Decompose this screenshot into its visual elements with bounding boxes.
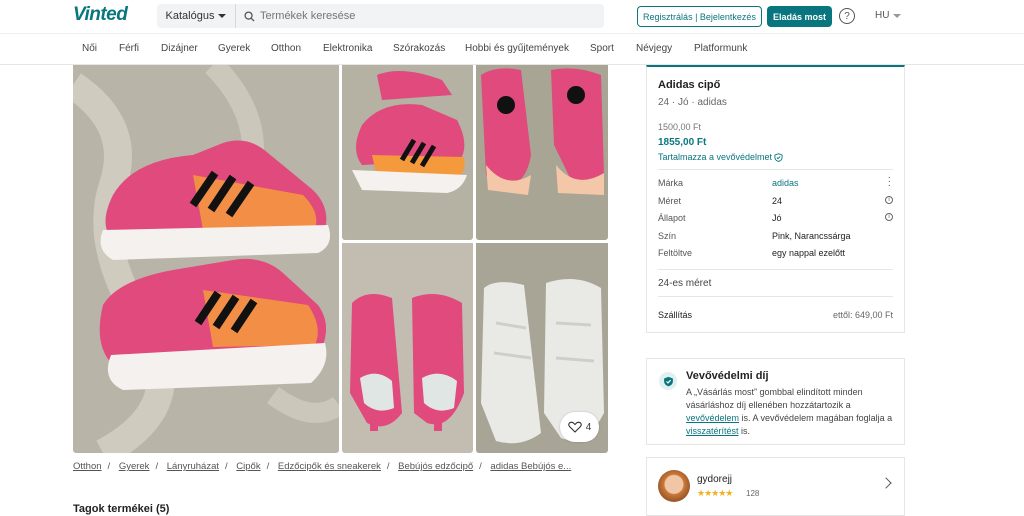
star-rating-icon: ★★★★★ — [697, 488, 733, 498]
nav-item-szorakozas[interactable]: Szórakozás — [393, 43, 445, 54]
detail-value: egy nappal ezelőtt — [772, 248, 846, 258]
more-vertical-icon[interactable]: · · · — [888, 173, 891, 191]
favourite-button[interactable]: 4 — [560, 412, 599, 442]
top-bar: Vinted Katalógus Regisztrálás | Bejelent… — [0, 0, 1024, 34]
breadcrumb-item[interactable]: Gyerek — [119, 461, 150, 472]
brand-link[interactable]: adidas — [772, 178, 799, 188]
photo-gallery — [73, 65, 608, 453]
category-nav: Női Férfi Dizájner Gyerek Otthon Elektro… — [0, 34, 1024, 65]
breadcrumb-item[interactable]: Bebújós edzőcipő — [398, 461, 473, 472]
item-subtitle: 24 · Jó · adidas — [658, 97, 727, 108]
detail-value: Pink, Narancssárga — [772, 230, 851, 241]
question-circle-icon[interactable]: ? — [839, 8, 855, 24]
detail-row-size: Méret 24 i — [658, 192, 893, 210]
shipping-label: Szállítás — [658, 309, 693, 320]
language-selector[interactable]: HU — [875, 10, 902, 21]
buyer-protection-link[interactable]: vevővédelem — [686, 413, 739, 423]
item-details-card: Adidas cipő 24 · Jó · adidas 1500,00 Ft … — [646, 65, 905, 333]
register-login-button[interactable]: Regisztrálás | Bejelentkezés — [637, 6, 762, 27]
detail-row-color: Szín Pink, Narancssárga — [658, 227, 893, 245]
breadcrumb-item[interactable]: Cipők — [236, 461, 260, 472]
nav-item-elektronika[interactable]: Elektronika — [323, 43, 372, 54]
protection-note[interactable]: Tartalmazza a vevővédelmet — [658, 152, 893, 162]
detail-key: Állapot — [658, 213, 686, 223]
chevron-down-icon — [218, 14, 227, 18]
details-list: Márka adidas · · · Méret 24 i Állapot Jó i… — [658, 173, 893, 262]
detail-value: Jó — [772, 213, 782, 223]
photo-thumbnail[interactable] — [342, 65, 473, 240]
buyer-protection-text-3: is. — [738, 426, 751, 436]
seller-card[interactable]: gydorejj ★★★★★ 128 — [646, 457, 905, 516]
search-input[interactable] — [255, 5, 604, 27]
nav-item-platformunk[interactable]: Platformunk — [694, 43, 747, 54]
members-items-heading: Tagok termékei (5) — [73, 503, 170, 515]
buyer-protection-text-1: A „Vásárlás most” gombbal elindított min… — [686, 387, 863, 410]
info-icon[interactable]: i — [885, 195, 893, 204]
photo-thumbnail[interactable] — [342, 243, 473, 453]
detail-row-condition: Állapot Jó i — [658, 209, 893, 227]
breadcrumb: Otthon / Gyerek / Lányruházat / Cipők / Edző… — [73, 461, 572, 472]
protection-label: Tartalmazza a vevővédelmet — [658, 152, 773, 162]
nav-item-dizajner[interactable]: Dizájner — [161, 43, 198, 54]
item-description: 24-es méret — [658, 277, 712, 289]
nav-item-noi[interactable]: Női — [82, 43, 97, 54]
detail-key: Márka — [658, 178, 684, 188]
breadcrumb-item[interactable]: Edzőcipők és sneakerek — [278, 461, 381, 472]
shield-check-icon — [659, 372, 677, 390]
detail-key: Feltöltve — [658, 248, 693, 258]
rating-count: 128 — [746, 489, 760, 498]
nav-item-ferfi[interactable]: Férfi — [119, 43, 139, 54]
sell-now-button[interactable]: Eladás most — [767, 6, 832, 27]
divider — [658, 295, 893, 297]
breadcrumb-item[interactable]: adidas Bebújós e... — [490, 461, 571, 472]
nav-item-hobbi[interactable]: Hobbi és gyűjtemények — [465, 43, 569, 54]
buyer-protection-text-2: is. A vevővédelem magában foglalja a — [739, 413, 893, 423]
chevron-right-icon[interactable] — [880, 477, 892, 489]
catalog-dropdown[interactable]: Katalógus — [157, 4, 236, 28]
heart-outline-icon — [567, 421, 582, 433]
buyer-protection-text: A „Vásárlás most” gombbal elindított min… — [686, 386, 896, 438]
main-photo[interactable] — [73, 65, 339, 453]
photo-thumbnail[interactable] — [476, 65, 608, 240]
detail-key: Méret — [658, 195, 682, 206]
detail-key: Szín — [658, 230, 677, 241]
chevron-down-icon — [893, 13, 902, 18]
breadcrumb-item[interactable]: Lányruházat — [167, 461, 219, 472]
nav-item-otthon[interactable]: Otthon — [271, 43, 301, 54]
detail-row-uploaded: Feltöltve egy nappal ezelőtt — [658, 244, 893, 262]
search-bar: Katalógus — [157, 4, 604, 28]
item-price-with-protection[interactable]: 1855,00 Ft — [658, 137, 893, 148]
item-title: Adidas cipő — [658, 79, 721, 91]
divider — [658, 268, 893, 270]
catalog-label: Katalógus — [165, 10, 215, 22]
breadcrumb-item[interactable]: Otthon — [73, 461, 102, 472]
refund-link[interactable]: visszatérítést — [686, 426, 739, 436]
search-icon — [244, 10, 255, 22]
favourite-count: 4 — [585, 421, 592, 433]
nav-item-sport[interactable]: Sport — [590, 43, 614, 54]
item-price: 1500,00 Ft — [658, 122, 702, 132]
detail-row-brand: Márka adidas · · · — [658, 173, 893, 192]
nav-item-gyerek[interactable]: Gyerek — [218, 43, 250, 54]
seller-name[interactable]: gydorejj — [697, 474, 732, 485]
language-label: HU — [875, 10, 890, 21]
nav-item-nevjegy[interactable]: Névjegy — [636, 43, 672, 54]
info-icon[interactable]: i — [885, 213, 893, 221]
shield-icon — [774, 152, 783, 162]
vinted-logo[interactable]: Vinted — [73, 4, 128, 26]
shipping-price: ettől: 649,00 Ft — [832, 309, 893, 320]
divider — [658, 169, 893, 170]
buyer-protection-card: Vevővédelmi díj A „Vásárlás most” gombba… — [646, 358, 905, 445]
buyer-protection-title: Vevővédelmi díj — [686, 370, 769, 382]
detail-value: 24 — [772, 195, 783, 206]
avatar[interactable] — [658, 470, 690, 502]
shipping-row: Szállítás ettől: 649,00 Ft — [658, 305, 893, 325]
